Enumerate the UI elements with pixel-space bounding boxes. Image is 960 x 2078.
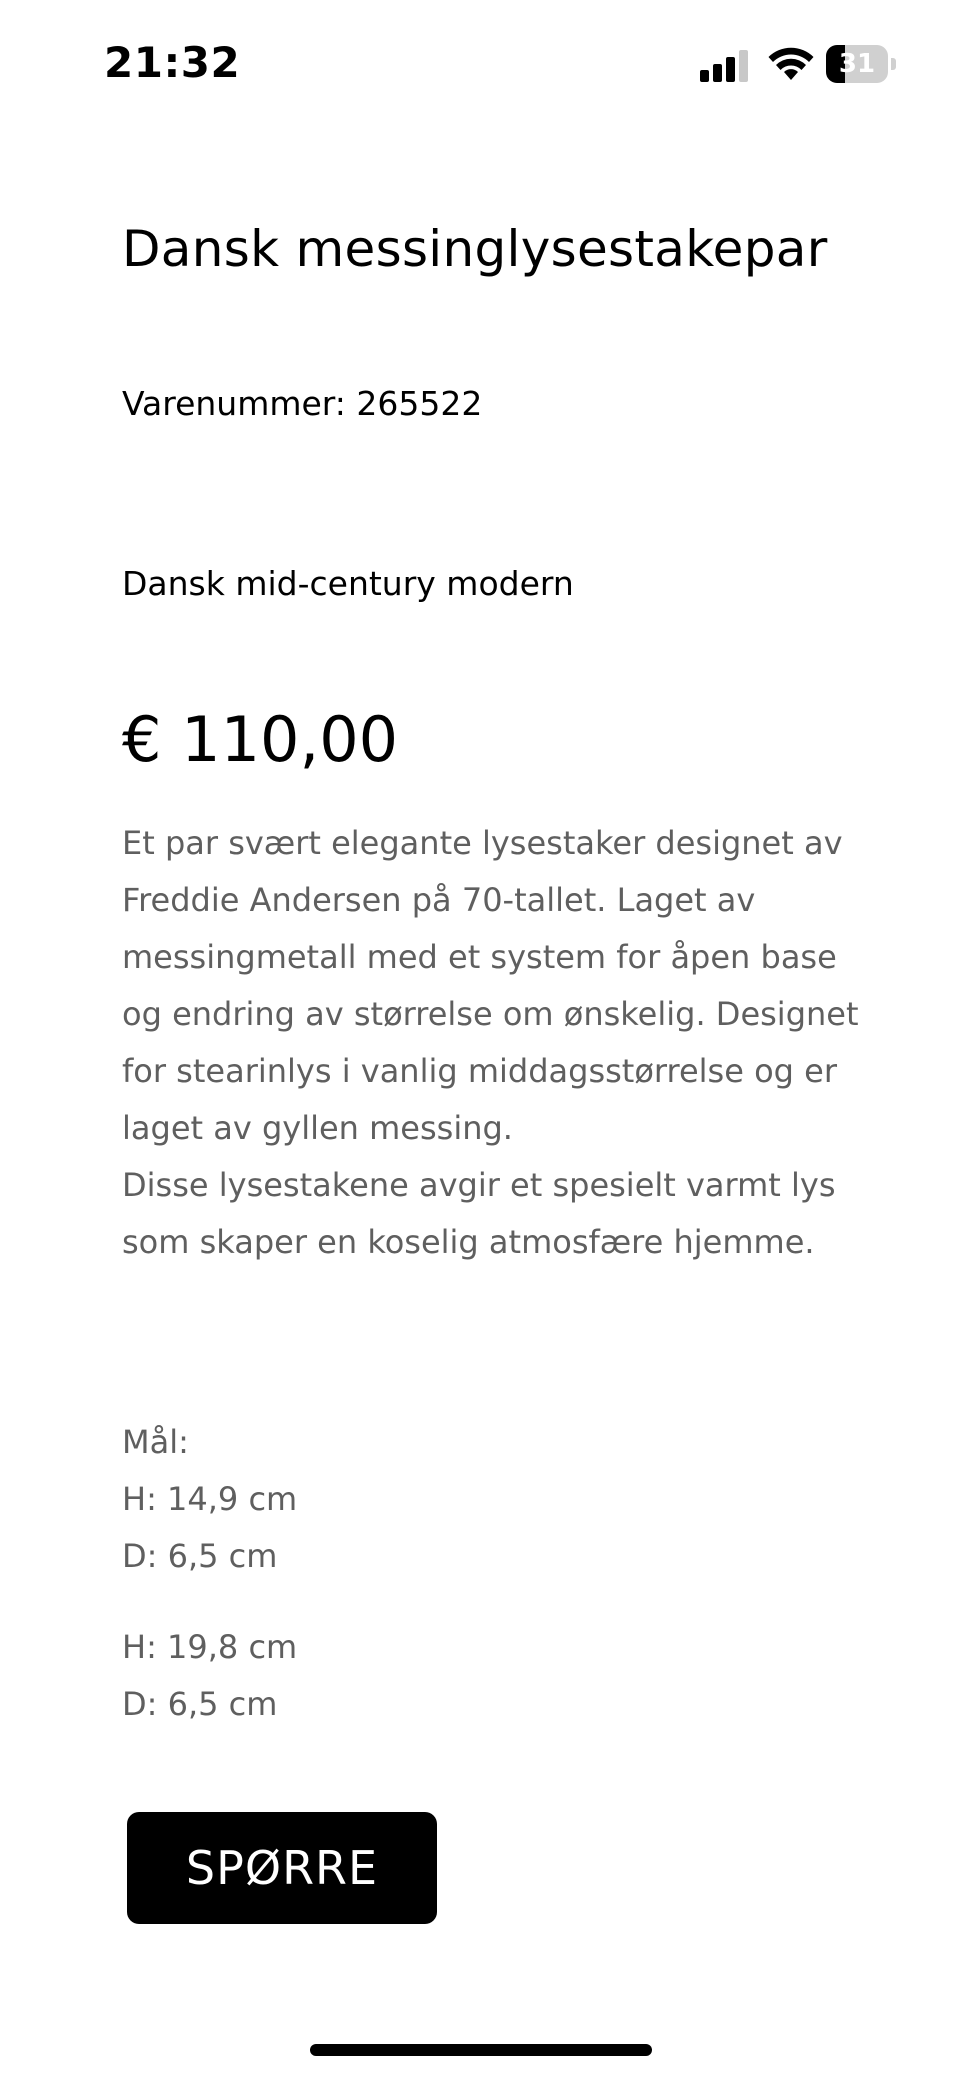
product-price: € 110,00 bbox=[122, 703, 399, 776]
sku-line: Varenummer: 265522 bbox=[122, 382, 482, 426]
signal-icon bbox=[700, 48, 752, 82]
product-subtitle: Dansk mid-century modern bbox=[122, 564, 574, 603]
dimension-diameter: D: 6,5 cm bbox=[122, 1685, 278, 1723]
dimension-diameter: D: 6,5 cm bbox=[122, 1537, 278, 1575]
sku-value: 265522 bbox=[356, 384, 483, 423]
sku-label: Varenummer: bbox=[122, 384, 346, 423]
inquire-button[interactable]: SPØRRE bbox=[127, 1812, 437, 1924]
dimensions-label: Mål: bbox=[122, 1423, 189, 1461]
product-title: Dansk messinglysestakepar bbox=[122, 220, 828, 278]
dimensions-block: H: 19,8 cm D: 6,5 cm bbox=[122, 1619, 622, 1733]
dimension-height: H: 19,8 cm bbox=[122, 1628, 298, 1666]
battery-icon: 31 bbox=[826, 45, 896, 83]
dimensions-block: Mål: H: 14,9 cm D: 6,5 cm bbox=[122, 1414, 622, 1585]
status-bar: 21:32 31 bbox=[0, 0, 960, 130]
description-paragraph: Disse lysestakene avgir et spesielt varm… bbox=[122, 1166, 836, 1261]
status-time: 21:32 bbox=[104, 38, 241, 87]
description-paragraph: Et par svært elegante lysestaker designe… bbox=[122, 824, 859, 1147]
product-description: Et par svært elegante lysestaker designe… bbox=[122, 815, 862, 1271]
dimension-height: H: 14,9 cm bbox=[122, 1480, 298, 1518]
wifi-icon bbox=[768, 47, 814, 80]
battery-level: 31 bbox=[838, 49, 876, 79]
home-indicator[interactable] bbox=[310, 2044, 652, 2056]
